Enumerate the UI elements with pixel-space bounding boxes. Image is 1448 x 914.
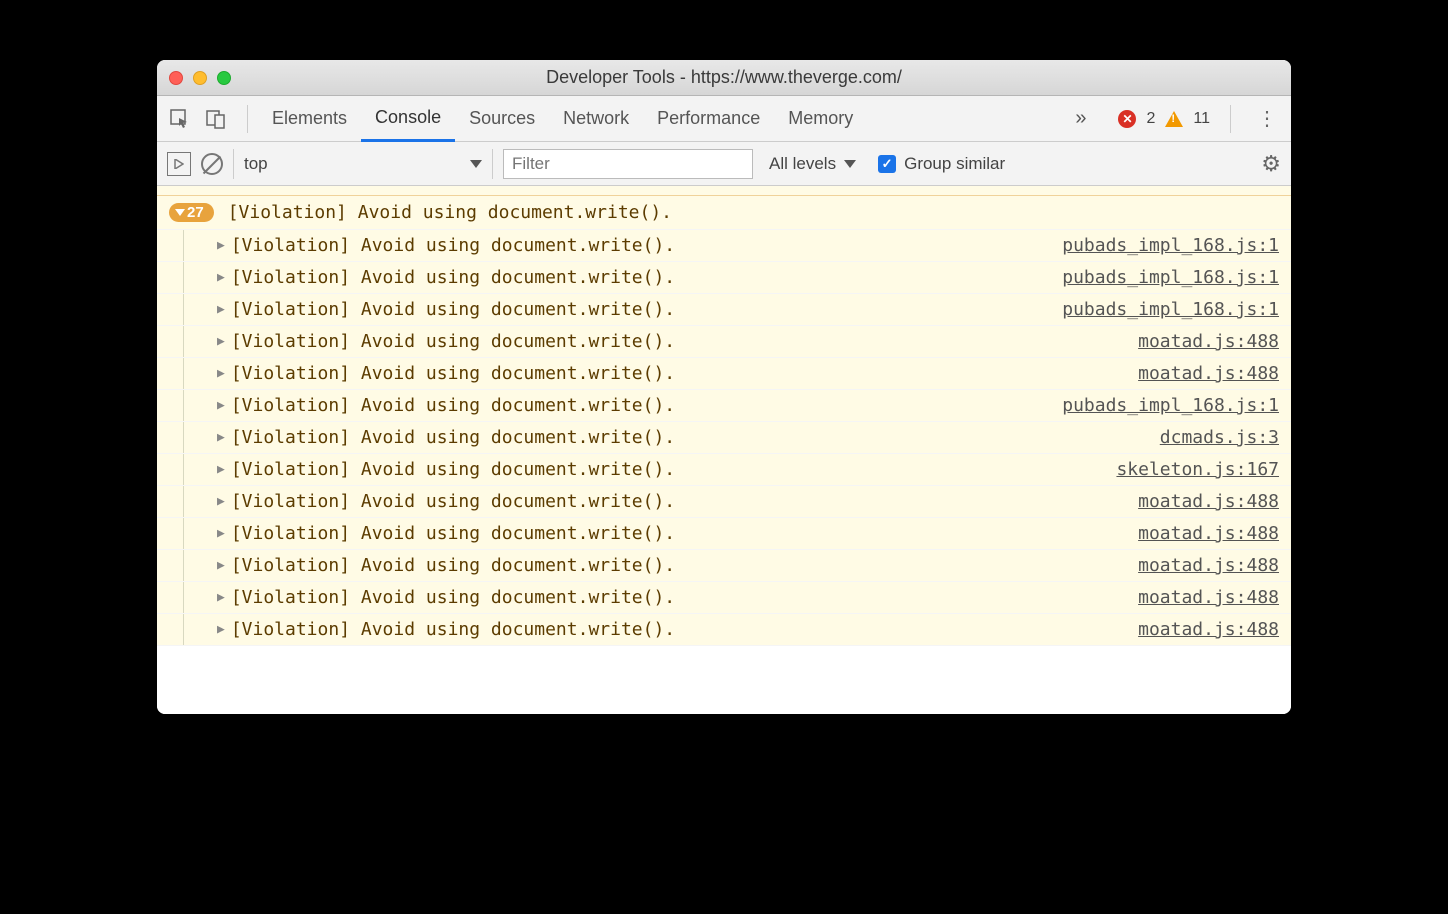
maximize-window-button[interactable] <box>217 71 231 85</box>
tab-console[interactable]: Console <box>361 96 455 142</box>
message-source-link[interactable]: pubads_impl_168.js:1 <box>1062 395 1279 416</box>
expand-triangle-icon[interactable]: ▶ <box>217 526 225 541</box>
panel-tabbar: Elements Console Sources Network Perform… <box>157 96 1291 142</box>
console-message-row[interactable]: ▶ [Violation] Avoid using document.write(… <box>157 294 1291 326</box>
expand-triangle-icon[interactable]: ▶ <box>217 462 225 477</box>
expand-triangle-icon[interactable]: ▶ <box>217 494 225 509</box>
error-badge-icon[interactable]: ✕ <box>1118 110 1136 128</box>
warning-count[interactable]: 11 <box>1193 110 1210 128</box>
chevron-down-icon <box>175 209 185 216</box>
separator <box>247 105 248 133</box>
console-message-row[interactable]: ▶ [Violation] Avoid using document.write(… <box>157 390 1291 422</box>
tab-sources[interactable]: Sources <box>455 96 549 141</box>
console-toolbar: top All levels ✓ Group similar ⚙ <box>157 142 1291 186</box>
group-message-text: [Violation] Avoid using document.write()… <box>228 202 672 223</box>
expand-triangle-icon[interactable]: ▶ <box>217 238 225 253</box>
expand-triangle-icon[interactable]: ▶ <box>217 430 225 445</box>
group-count: 27 <box>187 204 204 221</box>
message-source-link[interactable]: moatad.js:488 <box>1138 523 1279 544</box>
close-window-button[interactable] <box>169 71 183 85</box>
tab-network[interactable]: Network <box>549 96 643 141</box>
expand-triangle-icon[interactable]: ▶ <box>217 398 225 413</box>
expand-triangle-icon[interactable]: ▶ <box>217 270 225 285</box>
message-text: [Violation] Avoid using document.write()… <box>231 235 675 256</box>
message-text: [Violation] Avoid using document.write()… <box>231 331 675 352</box>
message-text: [Violation] Avoid using document.write()… <box>231 587 675 608</box>
message-source-link[interactable]: moatad.js:488 <box>1138 363 1279 384</box>
tab-memory[interactable]: Memory <box>774 96 867 141</box>
show-console-sidebar-icon[interactable] <box>167 152 191 176</box>
console-messages: 27 [Violation] Avoid using document.writ… <box>157 186 1291 714</box>
checkbox-checked-icon: ✓ <box>878 155 896 173</box>
message-text: [Violation] Avoid using document.write()… <box>231 459 675 480</box>
device-mode-icon[interactable] <box>201 104 231 134</box>
message-source-link[interactable]: pubads_impl_168.js:1 <box>1062 299 1279 320</box>
expand-triangle-icon[interactable]: ▶ <box>217 558 225 573</box>
message-text: [Violation] Avoid using document.write()… <box>231 395 675 416</box>
console-message-row[interactable]: ▶ [Violation] Avoid using document.write(… <box>157 262 1291 294</box>
chevron-down-icon <box>470 160 482 168</box>
message-text: [Violation] Avoid using document.write()… <box>231 619 675 640</box>
tab-elements[interactable]: Elements <box>258 96 361 141</box>
tab-performance[interactable]: Performance <box>643 96 774 141</box>
warning-badge-icon[interactable] <box>1165 111 1183 127</box>
titlebar: Developer Tools - https://www.theverge.c… <box>157 60 1291 96</box>
message-source-link[interactable]: moatad.js:488 <box>1138 555 1279 576</box>
message-source-link[interactable]: moatad.js:488 <box>1138 587 1279 608</box>
log-levels-select[interactable]: All levels <box>763 154 862 174</box>
window-title: Developer Tools - https://www.theverge.c… <box>157 67 1291 88</box>
expand-triangle-icon[interactable]: ▶ <box>217 622 225 637</box>
message-source-link[interactable]: dcmads.js:3 <box>1160 427 1279 448</box>
more-menu-icon[interactable]: ⋮ <box>1251 106 1283 131</box>
previous-message-row <box>157 186 1291 196</box>
log-levels-label: All levels <box>769 154 836 174</box>
message-text: [Violation] Avoid using document.write()… <box>231 427 675 448</box>
console-message-row[interactable]: ▶ [Violation] Avoid using document.write(… <box>157 614 1291 646</box>
console-message-row[interactable]: ▶ [Violation] Avoid using document.write(… <box>157 550 1291 582</box>
traffic-lights <box>169 71 231 85</box>
group-similar-toggle[interactable]: ✓ Group similar <box>878 154 1005 174</box>
group-count-badge: 27 <box>169 203 214 222</box>
execution-context-select[interactable]: top <box>233 149 493 179</box>
console-message-row[interactable]: ▶ [Violation] Avoid using document.write(… <box>157 518 1291 550</box>
message-text: [Violation] Avoid using document.write()… <box>231 299 675 320</box>
group-similar-label: Group similar <box>904 154 1005 174</box>
message-text: [Violation] Avoid using document.write()… <box>231 491 675 512</box>
console-message-row[interactable]: ▶ [Violation] Avoid using document.write(… <box>157 486 1291 518</box>
devtools-window: Developer Tools - https://www.theverge.c… <box>157 60 1291 714</box>
console-message-row[interactable]: ▶ [Violation] Avoid using document.write(… <box>157 454 1291 486</box>
expand-triangle-icon[interactable]: ▶ <box>217 590 225 605</box>
message-group-header[interactable]: 27 [Violation] Avoid using document.writ… <box>157 196 1291 230</box>
execution-context-value: top <box>244 154 268 174</box>
message-source-link[interactable]: moatad.js:488 <box>1138 619 1279 640</box>
tabs: Elements Console Sources Network Perform… <box>258 96 867 141</box>
tabs-overflow-button[interactable]: » <box>1075 107 1086 130</box>
tabbar-right: » ✕ 2 11 ⋮ <box>1075 105 1283 133</box>
minimize-window-button[interactable] <box>193 71 207 85</box>
message-source-link[interactable]: pubads_impl_168.js:1 <box>1062 267 1279 288</box>
console-message-row[interactable]: ▶ [Violation] Avoid using document.write(… <box>157 582 1291 614</box>
inspect-element-icon[interactable] <box>165 104 195 134</box>
message-source-link[interactable]: moatad.js:488 <box>1138 331 1279 352</box>
console-message-row[interactable]: ▶ [Violation] Avoid using document.write(… <box>157 326 1291 358</box>
message-source-link[interactable]: skeleton.js:167 <box>1116 459 1279 480</box>
expand-triangle-icon[interactable]: ▶ <box>217 334 225 349</box>
message-text: [Violation] Avoid using document.write()… <box>231 363 675 384</box>
clear-console-icon[interactable] <box>201 153 223 175</box>
console-message-row[interactable]: ▶ [Violation] Avoid using document.write(… <box>157 230 1291 262</box>
console-message-row[interactable]: ▶ [Violation] Avoid using document.write(… <box>157 358 1291 390</box>
message-source-link[interactable]: moatad.js:488 <box>1138 491 1279 512</box>
message-text: [Violation] Avoid using document.write()… <box>231 523 675 544</box>
separator <box>1230 105 1231 133</box>
expand-triangle-icon[interactable]: ▶ <box>217 366 225 381</box>
filter-input[interactable] <box>503 149 753 179</box>
expand-triangle-icon[interactable]: ▶ <box>217 302 225 317</box>
message-text: [Violation] Avoid using document.write()… <box>231 555 675 576</box>
message-text: [Violation] Avoid using document.write()… <box>231 267 675 288</box>
message-source-link[interactable]: pubads_impl_168.js:1 <box>1062 235 1279 256</box>
chevron-down-icon <box>844 160 856 168</box>
console-message-row[interactable]: ▶ [Violation] Avoid using document.write(… <box>157 422 1291 454</box>
settings-gear-icon[interactable]: ⚙ <box>1261 151 1281 177</box>
error-count[interactable]: 2 <box>1146 110 1155 128</box>
